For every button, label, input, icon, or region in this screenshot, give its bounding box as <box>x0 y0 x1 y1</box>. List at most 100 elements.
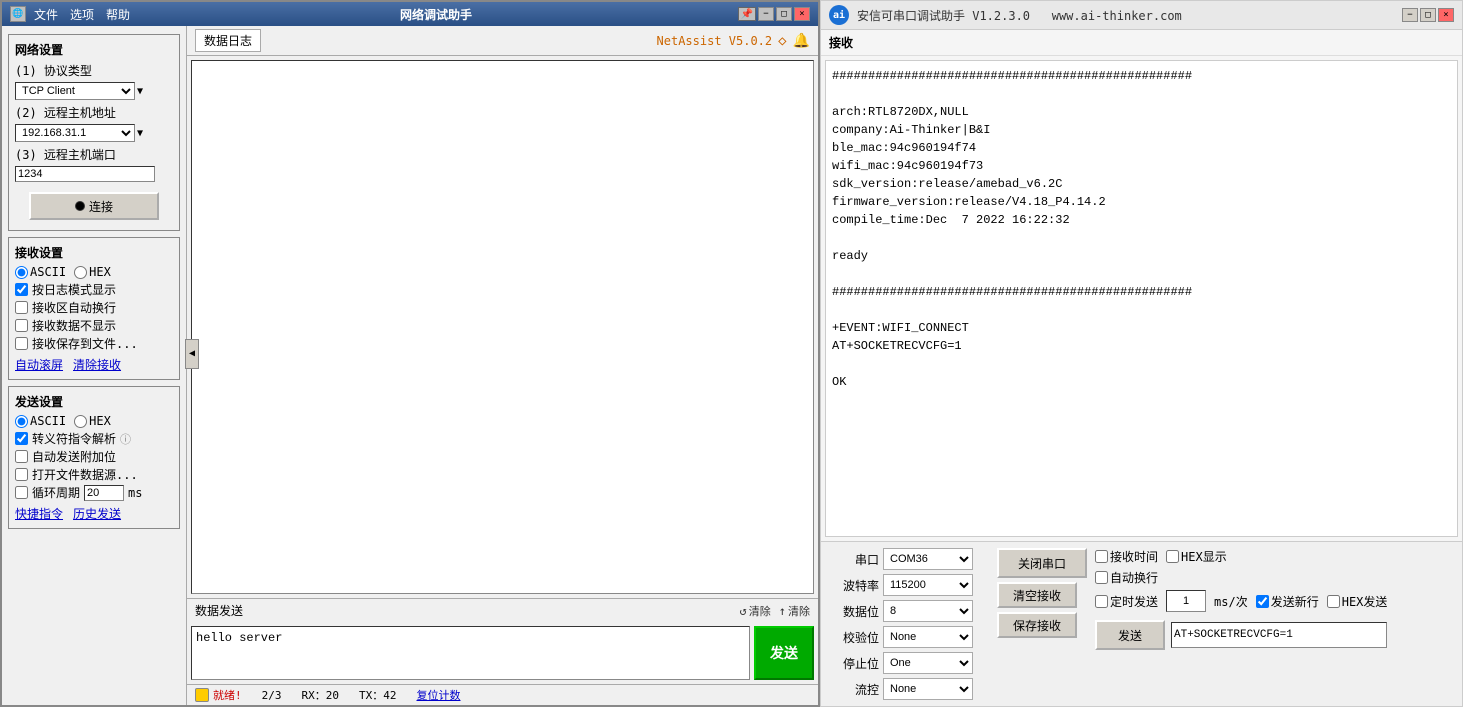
menu-options[interactable]: 选项 <box>66 6 98 23</box>
clear2-btn[interactable]: ↑ 清除 <box>779 603 810 619</box>
rx-text: RX：20 <box>302 687 340 703</box>
menu-file[interactable]: 文件 <box>30 6 62 23</box>
open-port-button[interactable]: 关闭串口 <box>997 548 1087 578</box>
reset-count-text[interactable]: 复位计数 <box>417 687 461 703</box>
auto-scroll-link[interactable]: 自动滚屏 <box>15 356 63 373</box>
clear1-btn[interactable]: ↺ 清除 <box>740 603 771 619</box>
right-auto-wrap-checkbox[interactable] <box>1095 571 1108 584</box>
log-mode-checkbox[interactable] <box>15 283 28 296</box>
hex-display-checkbox[interactable] <box>1166 550 1179 563</box>
flow-ctrl-select[interactable]: None <box>883 678 973 700</box>
loop-ms-input[interactable] <box>84 485 124 501</box>
remote-host-dropdown-icon[interactable]: ▼ <box>137 128 143 139</box>
status-icon-row: 就绪! <box>195 687 242 703</box>
parity-select[interactable]: None <box>883 626 973 648</box>
right-panel: ai 安信可串口调试助手 V1.2.3.0 www.ai-thinker.com… <box>820 0 1463 707</box>
data-send-title: 数据发送 <box>195 602 243 619</box>
right-minimize-btn[interactable]: − <box>1402 8 1418 22</box>
hex-radio[interactable] <box>74 266 87 279</box>
auto-wrap-checkbox-label[interactable]: 自动换行 <box>1095 569 1158 586</box>
port-row: 串口 COM36 <box>829 548 989 570</box>
send-newline-checkbox[interactable] <box>1256 595 1269 608</box>
connect-status-dot <box>75 201 85 211</box>
app-icon: 🌐 <box>10 6 26 22</box>
status-icon <box>195 688 209 702</box>
hex-send-checkbox[interactable] <box>1327 595 1340 608</box>
recv-time-checkbox-label[interactable]: 接收时间 <box>1095 548 1158 565</box>
auto-add-bit-row: 自动发送附加位 <box>15 448 173 465</box>
right-send-input[interactable] <box>1171 622 1387 648</box>
data-bits-row: 数据位 8 <box>829 600 989 622</box>
timing-send-checkbox-label[interactable]: 定时发送 <box>1095 593 1158 610</box>
send-hex-radio-label[interactable]: HEX <box>74 414 111 428</box>
menu-help[interactable]: 帮助 <box>102 6 134 23</box>
loop-period-row: 循环周期 ms <box>15 484 173 501</box>
port-settings: 串口 COM36 波特率 115200 数据位 8 <box>829 548 989 700</box>
remote-port-input[interactable] <box>15 166 155 182</box>
clear2-icon: ↑ <box>779 604 786 618</box>
maximize-btn[interactable]: □ <box>776 7 792 21</box>
right-send-button[interactable]: 发送 <box>1095 620 1165 650</box>
auto-wrap-checkbox[interactable] <box>15 301 28 314</box>
quick-cmd-link[interactable]: 快捷指令 <box>15 505 63 522</box>
send-button[interactable]: 发送 <box>754 626 814 680</box>
send-ascii-radio[interactable] <box>15 415 28 428</box>
save-to-file-checkbox[interactable] <box>15 337 28 350</box>
close-btn[interactable]: × <box>794 7 810 21</box>
timing-ms-input[interactable] <box>1166 590 1206 612</box>
receive-area[interactable]: ########################################… <box>825 60 1458 537</box>
escape-parse-info-icon[interactable]: ⓘ <box>120 431 131 447</box>
auto-add-bit-checkbox[interactable] <box>15 450 28 463</box>
send-ascii-radio-label[interactable]: ASCII <box>15 414 66 428</box>
port-select[interactable]: COM36 <box>883 548 973 570</box>
tx-text: TX：42 <box>359 687 397 703</box>
send-textarea[interactable]: hello server <box>191 626 750 680</box>
recv-time-checkbox[interactable] <box>1095 550 1108 563</box>
connect-button[interactable]: 连接 <box>29 192 159 220</box>
hex-display-checkbox-label[interactable]: HEX显示 <box>1166 548 1227 565</box>
history-send-link[interactable]: 历史发送 <box>73 505 121 522</box>
data-log-area[interactable] <box>191 60 814 594</box>
save-recv-button[interactable]: 保存接收 <box>997 612 1077 638</box>
right-close-btn[interactable]: × <box>1438 8 1454 22</box>
bell-icon[interactable]: 🔔 <box>793 33 810 49</box>
minimize-btn[interactable]: − <box>758 7 774 21</box>
right-title-text: 安信可串口调试助手 V1.2.3.0 www.ai-thinker.com <box>857 7 1182 24</box>
no-display-checkbox[interactable] <box>15 319 28 332</box>
open-file-checkbox[interactable] <box>15 468 28 481</box>
right-send-row: 发送 <box>1095 620 1387 650</box>
clear-recv-button[interactable]: 清空接收 <box>997 582 1077 608</box>
status-bar: 就绪! 2/3 RX：20 TX：42 复位计数 <box>187 684 818 705</box>
ascii-radio[interactable] <box>15 266 28 279</box>
log-mode-row: 按日志模式显示 <box>15 281 173 298</box>
ascii-radio-label[interactable]: ASCII <box>15 265 66 279</box>
protocol-select[interactable]: TCP Client <box>15 82 135 100</box>
loop-period-checkbox[interactable] <box>15 486 28 499</box>
hex-send-checkbox-label[interactable]: HEX发送 <box>1327 593 1388 610</box>
send-newline-checkbox-label[interactable]: 发送新行 <box>1256 593 1319 610</box>
escape-parse-checkbox[interactable] <box>15 432 28 445</box>
right-bottom: 串口 COM36 波特率 115200 数据位 8 <box>821 541 1462 706</box>
flow-ctrl-label: 流控 <box>829 681 879 698</box>
stop-bits-select[interactable]: One <box>883 652 973 674</box>
sidebar-collapse-arrow[interactable]: ◀ <box>185 339 199 369</box>
protocol-dropdown-icon[interactable]: ▼ <box>137 86 143 97</box>
data-log-tab[interactable]: 数据日志 <box>195 29 261 52</box>
right-maximize-btn[interactable]: □ <box>1420 8 1436 22</box>
send-hex-radio[interactable] <box>74 415 87 428</box>
title-bar: 🌐 文件 选项 帮助 网络调试助手 📌 − □ × <box>2 2 818 26</box>
data-bits-label: 数据位 <box>829 603 879 620</box>
send-section: 数据发送 ↺ 清除 ↑ 清除 hello server 发送 <box>187 598 818 684</box>
clear-recv-link[interactable]: 清除接收 <box>73 356 121 373</box>
escape-parse-row: 转义符指令解析 ⓘ <box>15 430 173 447</box>
network-settings-section: 网络设置 (1) 协议类型 TCP Client ▼ (2) 远程主机地址 19… <box>8 34 180 231</box>
stop-bits-row: 停止位 One <box>829 652 989 674</box>
left-content: 网络设置 (1) 协议类型 TCP Client ▼ (2) 远程主机地址 19… <box>2 26 818 705</box>
pin-icon[interactable]: 📌 <box>738 7 756 21</box>
timing-send-checkbox[interactable] <box>1095 595 1108 608</box>
remote-host-select[interactable]: 192.168.31.1 <box>15 124 135 142</box>
baud-select[interactable]: 115200 <box>883 574 973 596</box>
hex-radio-label[interactable]: HEX <box>74 265 111 279</box>
send-settings-title: 发送设置 <box>15 393 173 410</box>
data-bits-select[interactable]: 8 <box>883 600 973 622</box>
